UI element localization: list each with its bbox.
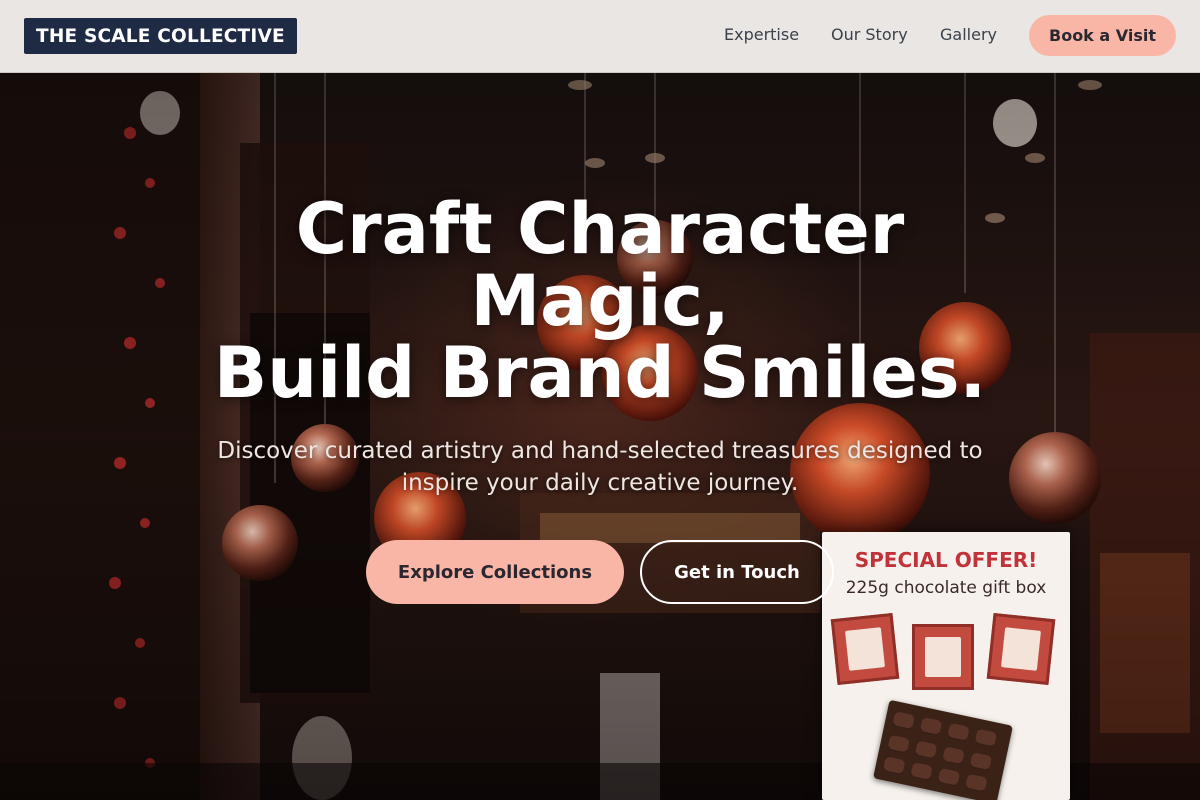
hero-title-line: Build Brand Smiles. <box>213 332 987 414</box>
nav-link-our-story[interactable]: Our Story <box>831 25 908 44</box>
book-visit-button[interactable]: Book a Visit <box>1029 15 1176 56</box>
hero-section: SPECIAL OFFER! 225g chocolate gift box C… <box>0 73 1200 800</box>
hero-subtitle: Discover curated artistry and hand-selec… <box>217 438 983 496</box>
gift-box-image <box>830 612 900 686</box>
nav-link-expertise[interactable]: Expertise <box>724 25 799 44</box>
hero-title-line: Craft Character <box>295 188 905 270</box>
chocolate-piece <box>937 767 961 788</box>
chocolate-piece <box>946 722 970 743</box>
site-logo[interactable]: THE SCALE COLLECTIVE <box>24 18 297 54</box>
chocolate-piece <box>887 734 911 755</box>
site-header: THE SCALE COLLECTIVE Expertise Our Story… <box>0 0 1200 73</box>
chocolate-piece <box>974 728 998 749</box>
chocolate-piece <box>909 762 933 782</box>
chocolate-piece <box>892 711 916 732</box>
get-in-touch-button[interactable]: Get in Touch <box>640 540 834 604</box>
special-offer-sign: SPECIAL OFFER! 225g chocolate gift box <box>822 532 1070 800</box>
gift-box-image <box>912 624 974 690</box>
chocolate-piece <box>919 717 943 737</box>
chocolate-tray-image <box>873 699 1013 800</box>
hero-title-line: Magic, <box>470 260 730 342</box>
explore-collections-button[interactable]: Explore Collections <box>366 540 624 604</box>
chocolate-piece <box>969 752 993 772</box>
offer-sign-subtitle: 225g chocolate gift box <box>845 578 1047 598</box>
gift-box-image <box>986 612 1056 686</box>
chocolate-piece <box>882 756 906 777</box>
nav-link-gallery[interactable]: Gallery <box>940 25 997 44</box>
chocolate-piece <box>941 746 965 767</box>
hero-title: Craft Character Magic, Build Brand Smile… <box>100 193 1100 409</box>
chocolate-piece <box>964 773 988 794</box>
offer-sign-title: SPECIAL OFFER! <box>854 548 1038 572</box>
chocolate-piece <box>914 740 938 761</box>
